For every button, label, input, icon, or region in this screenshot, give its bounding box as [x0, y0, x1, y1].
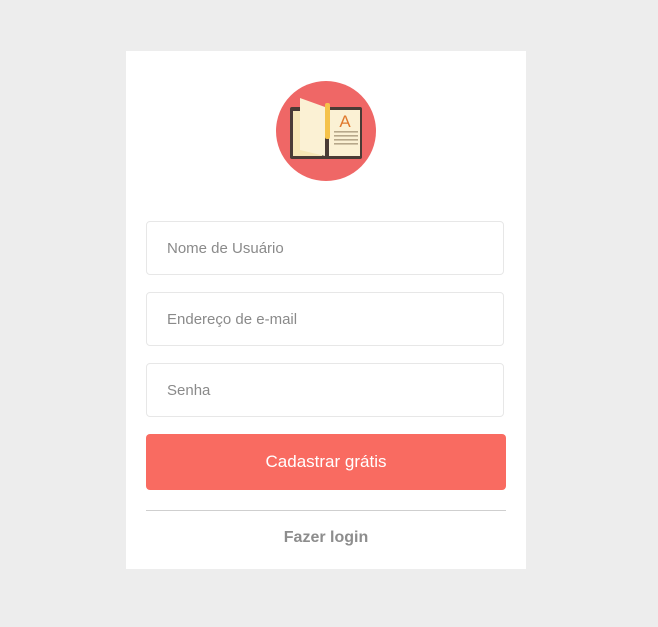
logo: A [276, 81, 376, 181]
open-book-icon: A [276, 81, 376, 181]
password-field[interactable] [146, 363, 504, 417]
signup-button[interactable]: Cadastrar grátis [146, 434, 506, 490]
signup-card: A Cadastrar grátis Fazer login [126, 51, 526, 569]
username-field[interactable] [146, 221, 504, 275]
login-link[interactable]: Fazer login [126, 529, 526, 547]
logo-letter: A [339, 112, 351, 131]
divider [146, 510, 506, 511]
email-field[interactable] [146, 292, 504, 346]
